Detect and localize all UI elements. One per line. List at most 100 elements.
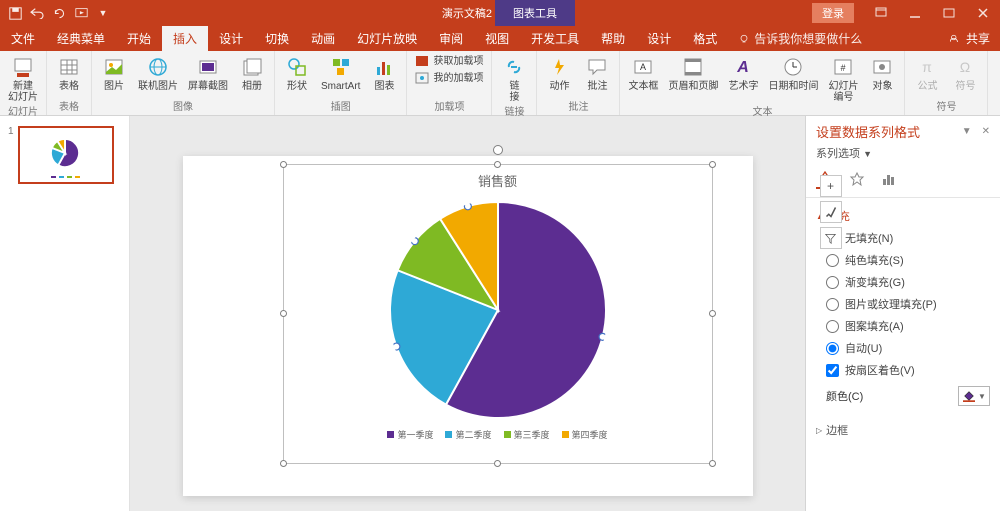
resize-handle[interactable] [709,161,716,168]
button-label: 页眉和页脚 [668,81,718,92]
button-label: SmartArt [321,81,360,92]
legend-item[interactable]: 第一季度 [387,428,433,441]
legend-label: 第三季度 [514,428,550,441]
fill-option-gradient-fill[interactable]: 渐变填充(G) [826,274,990,290]
slide-thumbnail[interactable]: 1 [8,126,121,184]
smartart-button[interactable]: SmartArt [319,53,362,92]
tab-developer[interactable]: 开发工具 [520,26,590,51]
tab-home[interactable]: 开始 [116,26,162,51]
chart-title[interactable]: 销售额 [284,165,712,190]
my-addins-button[interactable]: 我的加载项 [413,70,485,86]
comment-button[interactable]: 批注 [581,53,613,92]
fill-option-pattern-fill[interactable]: 图案填充(A) [826,318,990,334]
share-button[interactable]: 共享 [950,30,990,47]
tab-transitions[interactable]: 切换 [254,26,300,51]
radio-picture-fill[interactable] [826,298,839,311]
textbox-button[interactable]: A文本框 [626,53,660,92]
pane-subtitle[interactable]: 系列选项 ▼ [806,143,1000,167]
shapes-button[interactable]: 形状 [281,53,313,92]
chart-filters-button[interactable] [820,227,842,249]
chart-styles-button[interactable] [820,201,842,223]
tab-file[interactable]: 文件 [0,26,46,51]
save-icon[interactable] [8,6,22,20]
tab-review[interactable]: 审阅 [428,26,474,51]
effects-icon[interactable] [848,171,866,189]
chart-elements-button[interactable]: + [820,175,842,197]
resize-handle[interactable] [494,161,501,168]
thumbnail-preview [18,126,114,184]
fill-option-no-fill[interactable]: 无填充(N) [826,230,990,246]
tab-design[interactable]: 设计 [208,26,254,51]
resize-handle[interactable] [280,310,287,317]
tab-classic-menu[interactable]: 经典菜单 [46,26,116,51]
series-options-icon[interactable] [880,171,898,189]
tab-view[interactable]: 视图 [474,26,520,51]
date-time-button[interactable]: 日期和时间 [766,53,820,92]
resize-handle[interactable] [280,460,287,467]
pie-chart[interactable] [388,200,608,420]
radio-solid-fill[interactable] [826,254,839,267]
screenshot-icon [194,55,222,79]
rotate-handle[interactable] [493,145,503,155]
fill-option-picture-fill[interactable]: 图片或纹理填充(P) [826,296,990,312]
legend-item[interactable]: 第三季度 [504,428,550,441]
object-button[interactable]: 对象 [866,53,898,92]
maximize-icon[interactable] [932,0,966,26]
fill-option-solid-fill[interactable]: 纯色填充(S) [826,252,990,268]
resize-handle[interactable] [280,161,287,168]
group-label: 加载项 [434,98,464,115]
border-header[interactable]: ▷边框 [816,418,990,442]
tab-animations[interactable]: 动画 [300,26,346,51]
qat-dropdown-icon[interactable]: ▼ [96,6,110,20]
slideshow-icon[interactable] [74,6,88,20]
get-addins-button[interactable]: 获取加载项 [413,53,485,69]
resize-handle[interactable] [494,460,501,467]
chart-button[interactable]: 图表 [368,53,400,92]
wordart-button[interactable]: A艺术字 [726,53,760,92]
vary-colors-checkbox[interactable] [826,364,839,377]
undo-icon[interactable] [30,6,44,20]
tab-insert[interactable]: 插入 [162,26,208,51]
fill-option-auto[interactable]: 自动(U) [826,340,990,356]
minimize-icon[interactable] [898,0,932,26]
pane-close-icon[interactable]: ✕ [982,126,990,137]
slide-canvas[interactable]: 销售额 第一季度第二季度第三季度第四季度 + [130,116,805,511]
fill-header[interactable]: ▲填充 [816,204,990,228]
slice-handle[interactable] [464,203,471,210]
video-button[interactable]: 视频 [994,53,1000,92]
screenshot-button[interactable]: 屏幕截图 [186,53,230,92]
tab-chart-design[interactable]: 设计 [636,26,682,51]
group-label: 表格 [59,98,79,115]
pictures-button[interactable]: 图片 [98,53,130,92]
photo-album-button[interactable]: 相册 [236,53,268,92]
color-picker-button[interactable]: ▼ [958,386,990,406]
chart-legend[interactable]: 第一季度第二季度 第三季度第四季度 [284,420,712,441]
resize-handle[interactable] [709,460,716,467]
link-button[interactable]: 链接 [498,53,530,103]
legend-item[interactable]: 第四季度 [562,428,608,441]
slice-handle[interactable] [411,238,418,245]
slice-handle[interactable] [599,333,606,340]
radio-auto[interactable] [826,342,839,355]
table-button[interactable]: 表格 [53,53,85,92]
ribbon-options-icon[interactable] [864,0,898,26]
slice-handle[interactable] [392,343,399,350]
slide-number-button[interactable]: #幻灯片编号 [826,53,860,103]
tab-help[interactable]: 帮助 [590,26,636,51]
header-footer-button[interactable]: 页眉和页脚 [666,53,720,92]
new-slide-button[interactable]: 新建幻灯片 [6,53,40,103]
resize-handle[interactable] [709,310,716,317]
redo-icon[interactable] [52,6,66,20]
online-pictures-button[interactable]: 联机图片 [136,53,180,92]
radio-gradient-fill[interactable] [826,276,839,289]
pane-dropdown-icon[interactable]: ▼ [962,126,972,137]
radio-pattern-fill[interactable] [826,320,839,333]
tab-slideshow[interactable]: 幻灯片放映 [346,26,428,51]
action-button[interactable]: 动作 [543,53,575,92]
tell-me-search[interactable]: 告诉我你想要做什么 [728,26,862,51]
login-button[interactable]: 登录 [812,3,854,23]
legend-item[interactable]: 第二季度 [445,428,491,441]
close-icon[interactable] [966,0,1000,26]
tab-chart-format[interactable]: 格式 [682,26,728,51]
chart-object[interactable]: 销售额 第一季度第二季度第三季度第四季度 + [283,164,713,464]
